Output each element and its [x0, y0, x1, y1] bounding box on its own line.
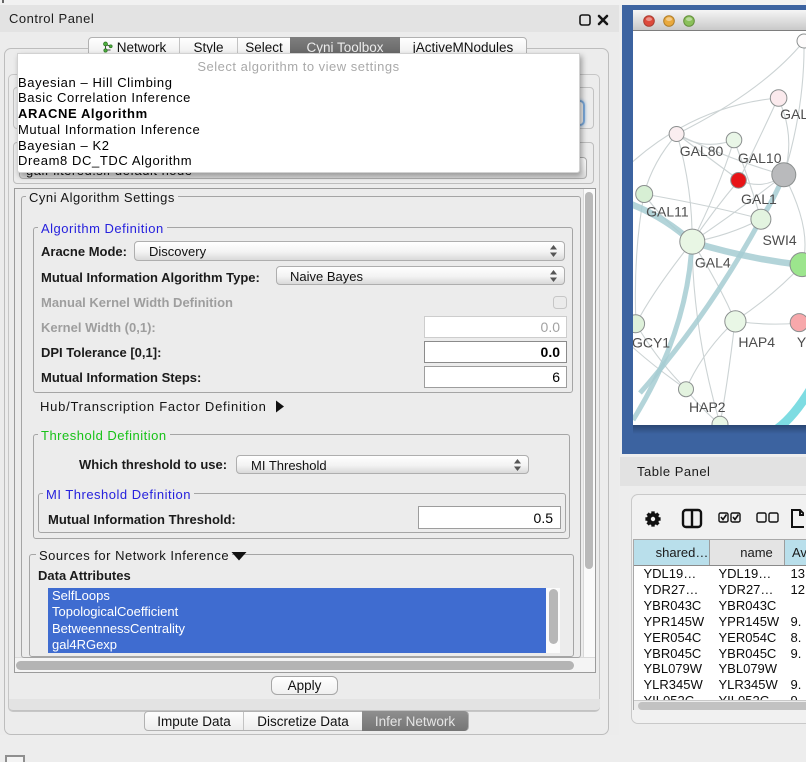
svg-text:GCY1: GCY1 — [633, 335, 670, 351]
svg-text:GAL1: GAL1 — [741, 191, 777, 207]
svg-text:GAL2: GAL2 — [780, 106, 806, 122]
svg-text:GAL11: GAL11 — [646, 203, 689, 219]
svg-text:YJ: YJ — [797, 334, 806, 350]
svg-text:HAP2: HAP2 — [689, 399, 726, 415]
svg-text:GAL10: GAL10 — [738, 150, 782, 166]
svg-text:SWI4: SWI4 — [762, 232, 796, 248]
svg-text:GAL4: GAL4 — [695, 254, 731, 270]
svg-text:GAL80: GAL80 — [680, 143, 724, 159]
svg-text:HAP4: HAP4 — [738, 334, 775, 350]
